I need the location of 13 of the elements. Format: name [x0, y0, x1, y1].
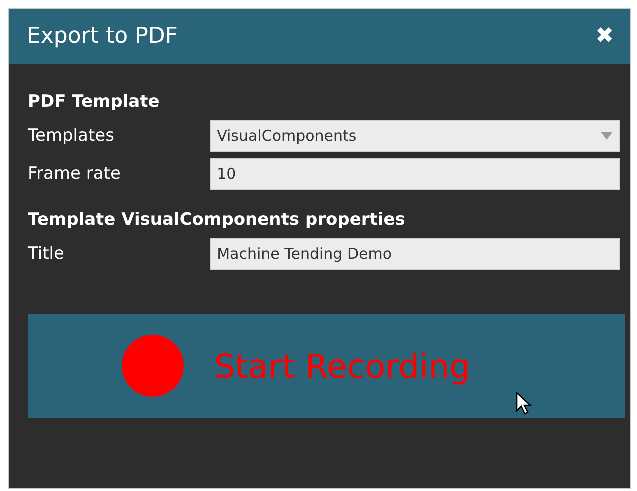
input-field[interactable]: 10 — [210, 158, 620, 190]
field-label: Templates — [28, 126, 116, 146]
template-dropdown[interactable]: VisualComponents — [210, 120, 620, 152]
close-button[interactable]: ✖ — [596, 24, 614, 49]
section-heading: PDF Template — [28, 92, 161, 112]
input-field[interactable]: Machine Tending Demo — [210, 238, 620, 270]
cursor-icon — [516, 392, 532, 416]
section-heading: Template VisualComponents properties — [28, 210, 406, 230]
caret-icon — [601, 132, 613, 140]
field-label: Title — [28, 244, 66, 264]
record-icon — [122, 335, 184, 397]
window-title: Export to PDF — [27, 24, 178, 49]
field-label: Frame rate — [28, 164, 122, 184]
